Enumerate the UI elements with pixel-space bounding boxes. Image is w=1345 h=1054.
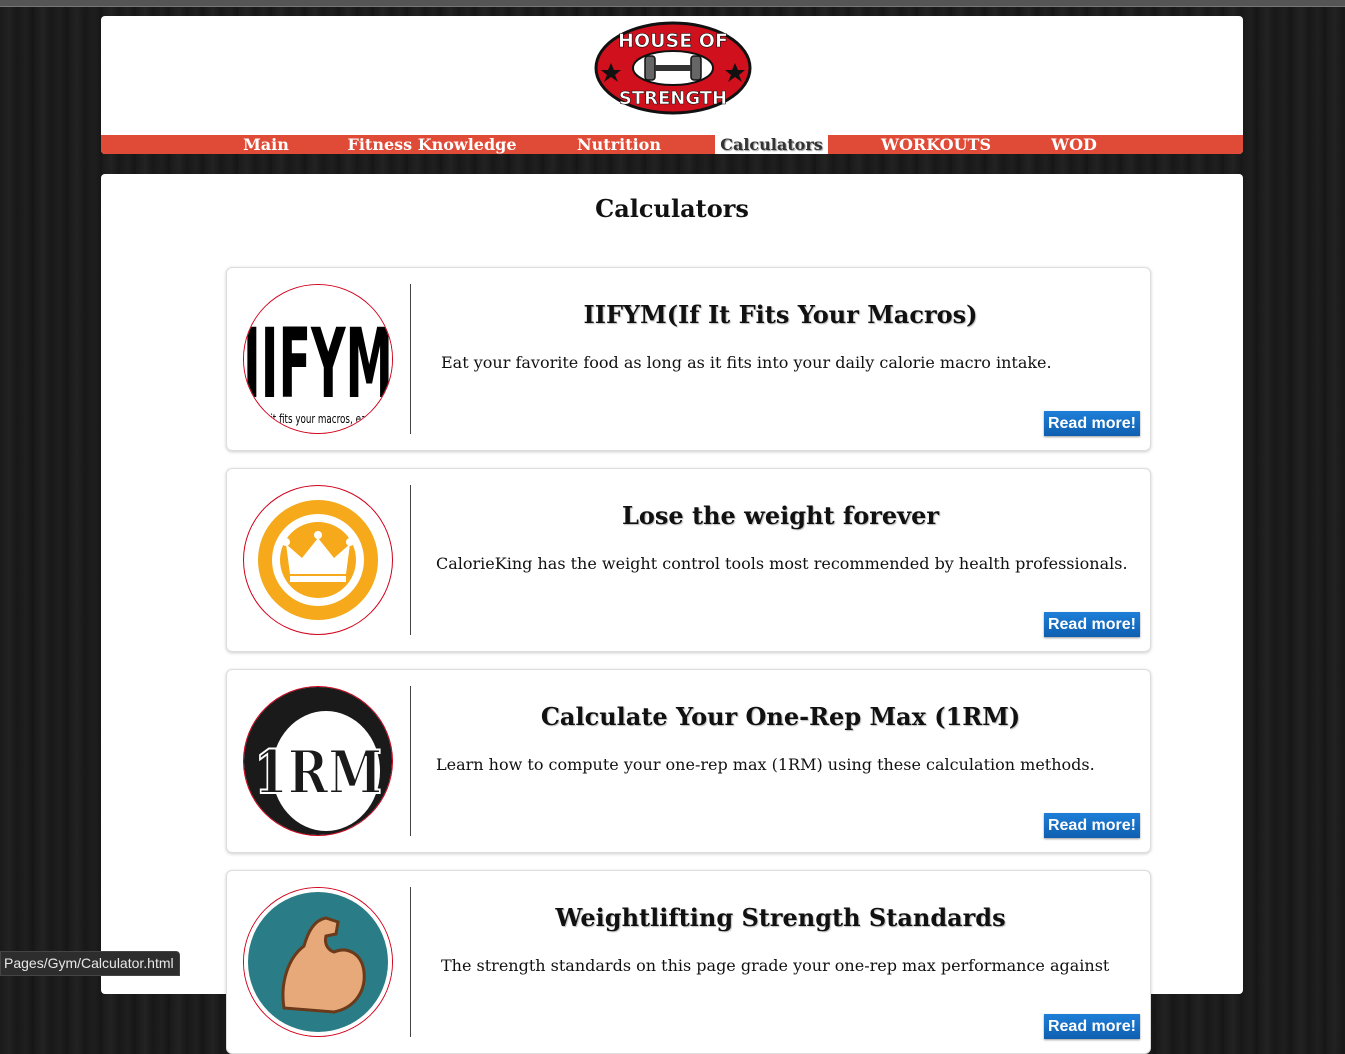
card-divider: [410, 686, 411, 836]
card-title: IIFYM(If It Fits Your Macros): [583, 300, 978, 329]
logo-text-bottom: STRENGTH: [619, 88, 727, 109]
browser-status-url: Pages/Gym/Calculator.html: [0, 951, 180, 976]
one-rep-max-image-text: 1RM: [254, 738, 382, 808]
read-more-button[interactable]: Read more!: [1043, 612, 1140, 637]
card-divider: [410, 284, 411, 434]
nav-item-wod[interactable]: WOD: [1044, 135, 1104, 154]
calculator-card-one-rep-max: 1RM Calculate Your One-Rep Max (1RM) Lea…: [226, 669, 1151, 853]
site-header: HOUSE OF STRENGTH Main Fitness Knowledge…: [101, 16, 1243, 154]
calculator-card-calorieking: Lose the weight forever CalorieKing has …: [226, 468, 1151, 652]
card-title: Weightlifting Strength Standards: [555, 903, 1006, 932]
browser-top-edge: [0, 0, 1345, 7]
nav-item-workouts[interactable]: WORKOUTS: [876, 135, 996, 154]
card-description: CalorieKing has the weight control tools…: [436, 554, 1128, 573]
nav-item-main[interactable]: Main: [238, 135, 294, 154]
logo-text-top: HOUSE OF: [618, 30, 728, 52]
card-title: Lose the weight forever: [621, 501, 939, 530]
card-title: Calculate Your One-Rep Max (1RM): [540, 702, 1021, 731]
calculator-card-iifym: IIFYM if it fits your macros, eat it! II…: [226, 267, 1151, 451]
card-divider: [410, 887, 411, 1037]
nav-item-calculators[interactable]: Calculators: [715, 135, 828, 154]
nav-item-nutrition[interactable]: Nutrition: [571, 135, 667, 154]
card-description: Learn how to compute your one-rep max (1…: [436, 755, 1095, 774]
main-navigation: Main Fitness Knowledge Nutrition Calcula…: [101, 135, 1243, 154]
one-rep-max-image[interactable]: 1RM: [243, 686, 393, 836]
iifym-image-text: IIFYM: [244, 308, 392, 420]
read-more-button[interactable]: Read more!: [1043, 411, 1140, 436]
strength-standards-image[interactable]: [243, 887, 393, 1037]
calorieking-image[interactable]: [243, 485, 393, 635]
nav-item-fitness-knowledge[interactable]: Fitness Knowledge: [341, 135, 523, 154]
card-divider: [410, 485, 411, 635]
house-of-strength-logo[interactable]: HOUSE OF STRENGTH: [593, 20, 753, 116]
main-content: Calculators IIFYM if it fits your macros…: [101, 174, 1243, 1054]
page-title: Calculators: [595, 194, 749, 223]
card-description: Eat your favorite food as long as it fit…: [441, 353, 1052, 372]
read-more-button[interactable]: Read more!: [1043, 1014, 1140, 1039]
iifym-image[interactable]: IIFYM if it fits your macros, eat it!: [243, 284, 393, 434]
calculator-card-strength-standards: Weightlifting Strength Standards The str…: [226, 870, 1151, 1054]
read-more-button[interactable]: Read more!: [1043, 813, 1140, 838]
iifym-image-caption: if it fits your macros, eat it!: [262, 412, 382, 426]
